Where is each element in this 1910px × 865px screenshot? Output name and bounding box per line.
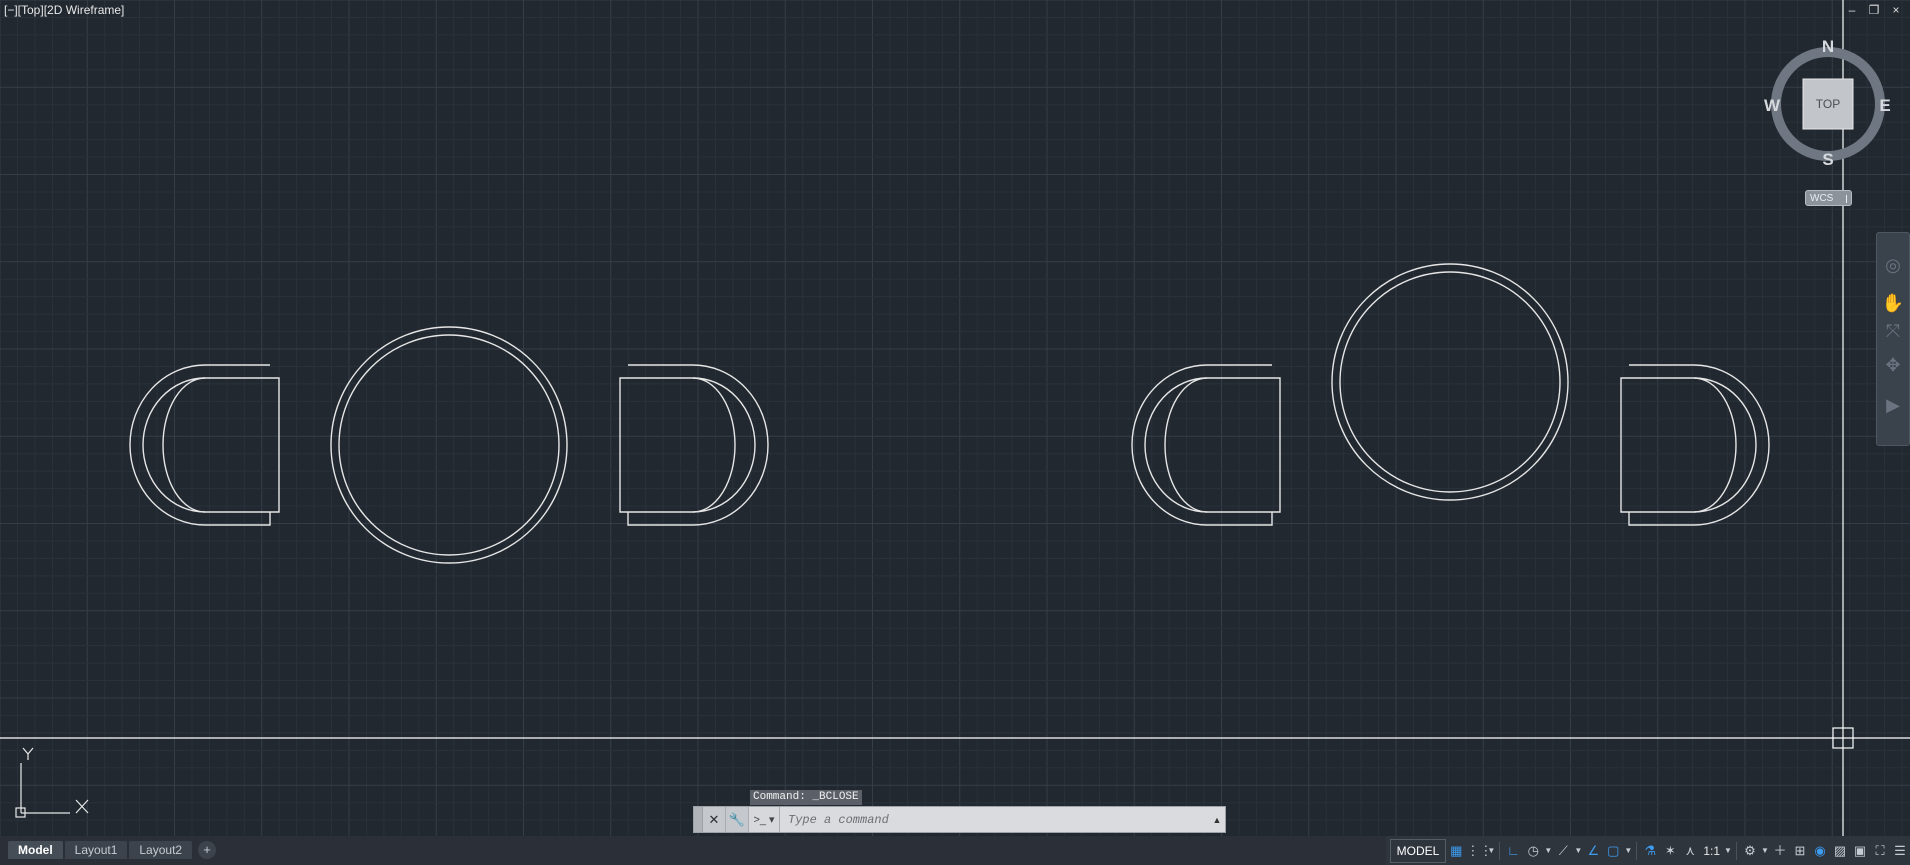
grid xyxy=(0,0,1910,836)
osnap-icon[interactable]: ▢ xyxy=(1603,840,1623,862)
customize-menu-icon[interactable]: ☰ xyxy=(1890,840,1910,862)
tab-layout2[interactable]: Layout2 xyxy=(129,841,193,859)
ortho-icon[interactable]: ∟ xyxy=(1503,840,1523,862)
layout-tabs: Model Layout1 Layout2 + xyxy=(8,841,217,859)
pan-hand-icon[interactable]: ✋ xyxy=(1881,289,1905,317)
orbit-icon[interactable]: ✥ xyxy=(1881,351,1905,379)
workspace-gear-icon[interactable]: ⚙ xyxy=(1740,840,1760,862)
units-icon[interactable]: ⊞ xyxy=(1790,840,1810,862)
viewport-controls-label[interactable]: [−][Top][2D Wireframe] xyxy=(4,3,124,17)
status-separator xyxy=(1636,841,1638,860)
isodraft-dropdown-icon[interactable]: ▼ xyxy=(1573,846,1583,855)
viewcube[interactable]: TOP N S E W xyxy=(1762,34,1894,166)
object-snap-tracking-icon[interactable]: ∠ xyxy=(1583,840,1603,862)
status-bar: Model Layout1 Layout2 + MODEL ▦ ⋮⋮ ▼ ∟ ◷… xyxy=(0,836,1910,865)
annotation-scale-value[interactable]: 1:1 xyxy=(1700,844,1723,858)
viewport-window-controls: – ❐ × xyxy=(1846,3,1902,17)
chair-left-2[interactable] xyxy=(1131,364,1281,526)
osnap-dropdown-icon[interactable]: ▼ xyxy=(1623,846,1633,855)
crosshair-cursor xyxy=(0,0,1910,836)
navigation-bar: ◎ ✋ ⤧ ✥ ▶ xyxy=(1876,232,1910,446)
chair-left-1[interactable] xyxy=(129,364,280,526)
snap-icon[interactable]: ⋮⋮ xyxy=(1466,840,1492,862)
wcs-menu[interactable]: WCS xyxy=(1805,190,1852,206)
steering-wheel-icon[interactable]: ◎ xyxy=(1881,251,1905,279)
snap-dropdown-icon[interactable]: ▼ xyxy=(1486,846,1496,855)
status-separator xyxy=(1499,841,1501,860)
minimize-icon[interactable]: – xyxy=(1846,3,1858,17)
isolate-objects-icon[interactable]: ◉ xyxy=(1810,840,1830,862)
command-line-grip[interactable] xyxy=(694,807,703,832)
annotation-visibility-icon[interactable]: ⚗ xyxy=(1640,840,1660,862)
zoom-extents-icon[interactable]: ⤧ xyxy=(1881,317,1905,345)
polar-icon[interactable]: ◷ xyxy=(1523,840,1543,862)
showmotion-icon[interactable]: ▶ xyxy=(1881,391,1905,419)
model-space-canvas[interactable] xyxy=(0,0,1910,836)
wcs-label: WCS xyxy=(1810,193,1834,204)
clean-screen-icon[interactable]: ▣ xyxy=(1850,840,1870,862)
tab-layout1[interactable]: Layout1 xyxy=(64,841,128,859)
command-history-line: Command: _BCLOSE xyxy=(750,790,862,805)
command-history-toggle-icon[interactable]: ▲ xyxy=(1209,807,1225,832)
status-separator xyxy=(1736,841,1737,860)
annotation-scale-icon[interactable]: ⋏ xyxy=(1680,840,1700,862)
customize-wrench-icon[interactable]: 🔧 xyxy=(726,807,749,832)
table-round-2[interactable] xyxy=(1331,263,1569,501)
close-command-icon[interactable]: ✕ xyxy=(703,807,726,832)
fullscreen-icon[interactable]: ⛶ xyxy=(1870,840,1890,862)
autoscale-icon[interactable]: ✶ xyxy=(1660,840,1680,862)
scale-dropdown-icon[interactable]: ▼ xyxy=(1723,846,1733,855)
command-line: ✕ 🔧 >_ ▾ ▲ xyxy=(693,806,1226,833)
close-icon[interactable]: × xyxy=(1890,3,1902,17)
command-input[interactable] xyxy=(780,807,1209,832)
grid-icon[interactable]: ▦ xyxy=(1446,840,1466,862)
recent-commands-icon[interactable]: >_ ▾ xyxy=(749,807,780,832)
compass-north[interactable]: N xyxy=(1822,37,1834,56)
workspace-dropdown-icon[interactable]: ▼ xyxy=(1760,846,1770,855)
isodraft-icon[interactable]: ⟋ xyxy=(1553,840,1573,862)
compass-west[interactable]: W xyxy=(1764,96,1781,115)
status-toggles: MODEL ▦ ⋮⋮ ▼ ∟ ◷ ▼ ⟋ ▼ ∠ ▢ ▼ ⚗ ✶ ⋏ 1:1 ▼… xyxy=(1385,836,1910,865)
plus-icon[interactable]: ＋ xyxy=(1770,840,1790,862)
restore-icon[interactable]: ❐ xyxy=(1868,3,1880,17)
tab-model[interactable]: Model xyxy=(8,841,63,859)
compass-south[interactable]: S xyxy=(1822,150,1833,166)
add-layout-button[interactable]: + xyxy=(198,841,217,859)
hardware-acceleration-icon[interactable]: ▨ xyxy=(1830,840,1850,862)
chair-right-2[interactable] xyxy=(1620,364,1770,526)
model-space-button[interactable]: MODEL xyxy=(1389,838,1447,863)
polar-dropdown-icon[interactable]: ▼ xyxy=(1543,846,1553,855)
viewcube-face-label: TOP xyxy=(1816,97,1840,111)
compass-east[interactable]: E xyxy=(1879,96,1890,115)
chair-right-1[interactable] xyxy=(619,364,769,526)
